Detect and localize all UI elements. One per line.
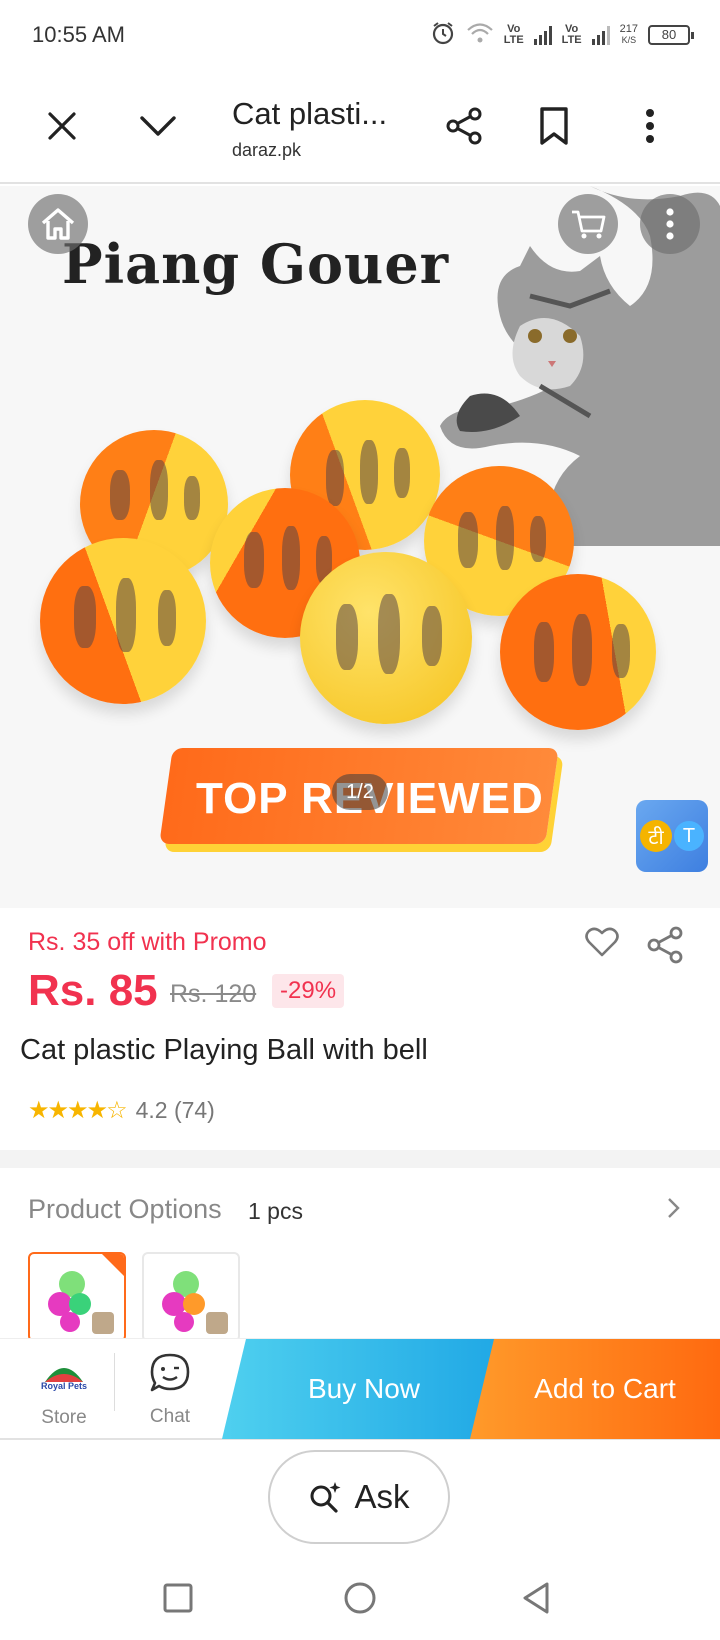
chevron-right-icon: [668, 1198, 680, 1218]
network-speed: 217 K/S: [619, 22, 638, 45]
product-options-label: Product Options: [28, 1194, 222, 1224]
back-triangle-icon: [523, 1582, 549, 1614]
share-icon: [446, 107, 482, 145]
close-icon: [48, 112, 76, 140]
product-options-button[interactable]: [666, 1196, 682, 1225]
gallery-more-button[interactable]: [640, 194, 700, 254]
chat-icon: [150, 1353, 190, 1392]
chat-button[interactable]: Chat: [134, 1351, 206, 1428]
square-icon: [163, 1583, 193, 1613]
rating-text: 4.2 (74): [135, 1097, 215, 1123]
price: Rs. 85: [28, 966, 158, 1015]
cart-button[interactable]: [558, 194, 618, 254]
add-to-cart-button[interactable]: Add to Cart: [470, 1339, 720, 1439]
option-image: [162, 1271, 228, 1334]
option-thumbnail-1[interactable]: [28, 1252, 126, 1342]
page-url: daraz.pk: [232, 140, 302, 160]
wishlist-button[interactable]: [584, 926, 620, 963]
signal-icon-2: [591, 25, 610, 45]
more-button[interactable]: [624, 100, 676, 152]
bookmark-icon: [540, 107, 568, 145]
system-nav-bar: [0, 1556, 720, 1640]
star-rating-icon: ★★★★☆: [28, 1097, 128, 1124]
ai-search-icon: [310, 1482, 341, 1513]
lte-badge-2: Vo LTE: [561, 22, 582, 46]
status-bar: 10:55 AM Vo LTE Vo LTE 217 K/S 80: [0, 0, 720, 72]
ask-label: Ask: [354, 1478, 410, 1515]
collapse-button[interactable]: [132, 100, 184, 152]
store-button[interactable]: Royal Pets Store: [28, 1355, 100, 1429]
alarm-icon: [430, 20, 456, 49]
product-title: Cat plastic Playing Ball with bell: [20, 1034, 428, 1066]
status-icons: Vo LTE Vo LTE 217 K/S 80: [430, 20, 694, 49]
bottom-action-bar: Royal Pets Store Chat Buy Now Add to Car…: [0, 1338, 720, 1440]
home-icon: [41, 208, 75, 240]
option-thumbnail-2[interactable]: [142, 1252, 240, 1342]
home-nav-button[interactable]: [336, 1574, 384, 1622]
store-label: Store: [41, 1407, 87, 1428]
share-icon: [647, 926, 683, 964]
product-image-gallery[interactable]: Piang Gouer TOP REVIEWED 1/2 टी T: [0, 186, 720, 908]
wifi-icon: [466, 21, 494, 48]
buy-now-button[interactable]: Buy Now: [222, 1339, 506, 1439]
store-logo: Royal Pets: [28, 1355, 100, 1395]
signal-icon: [533, 25, 552, 45]
promo-text: Rs. 35 off with Promo: [28, 928, 267, 956]
lte-badge-1: Vo LTE: [503, 22, 524, 46]
translate-button[interactable]: टी T: [636, 800, 708, 872]
more-vertical-icon: [666, 208, 674, 240]
product-share-button[interactable]: [646, 926, 684, 969]
back-button[interactable]: [512, 1574, 560, 1622]
product-options-value[interactable]: 1 pcs: [248, 1198, 303, 1225]
bookmark-button[interactable]: [528, 100, 580, 152]
cart-icon: [572, 210, 606, 239]
status-time: 10:55 AM: [32, 22, 125, 47]
brand-logo: Piang Gouer: [62, 232, 450, 296]
discount-badge: -29%: [272, 974, 345, 1008]
ball-image: [300, 552, 472, 724]
browser-header: Cat plasti... daraz.pk: [0, 72, 720, 184]
close-button[interactable]: [36, 100, 88, 152]
share-button[interactable]: [438, 100, 490, 152]
ball-image: [40, 538, 206, 704]
ask-button[interactable]: Ask: [268, 1450, 450, 1544]
original-price: Rs. 120: [170, 980, 257, 1008]
chevron-down-icon: [140, 116, 176, 136]
circle-icon: [344, 1582, 376, 1614]
more-vertical-icon: [646, 109, 654, 143]
ball-image: [500, 574, 656, 730]
chat-label: Chat: [149, 1406, 191, 1427]
rating[interactable]: ★★★★☆ 4.2 (74): [28, 1096, 215, 1125]
heart-icon: [585, 927, 619, 957]
section-divider: [0, 1150, 720, 1168]
translate-icon: टी T: [640, 820, 704, 852]
page-title: Cat plasti...: [232, 96, 388, 131]
home-button[interactable]: [28, 194, 88, 254]
svg-text:Royal Pets: Royal Pets: [41, 1381, 87, 1391]
divider: [114, 1353, 115, 1411]
recent-apps-button[interactable]: [154, 1574, 202, 1622]
image-pager: 1/2: [332, 774, 388, 810]
battery-icon: 80: [648, 24, 694, 45]
